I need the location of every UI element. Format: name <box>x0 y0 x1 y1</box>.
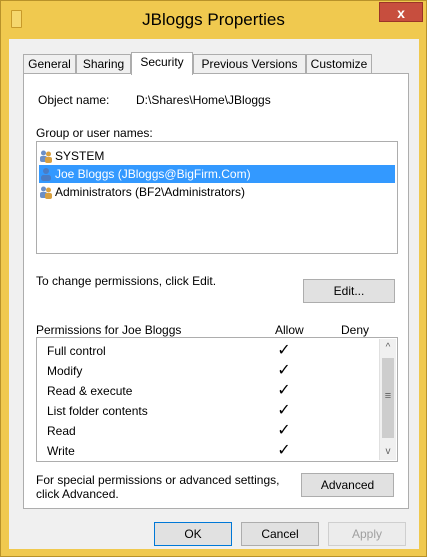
allow-check-icon: ✓ <box>277 442 291 459</box>
permission-row: Read ✓ <box>47 421 377 441</box>
grip-icon: ≡ <box>384 390 392 402</box>
window-title: JBloggs Properties <box>142 10 285 29</box>
allow-check-icon: ✓ <box>277 362 291 379</box>
permission-name: Full control <box>47 344 106 358</box>
permission-name: List folder contents <box>47 404 148 418</box>
permission-row: Read & execute ✓ <box>47 381 377 401</box>
allow-column-header: Allow <box>275 323 304 337</box>
permission-name: Modify <box>47 364 83 378</box>
advanced-settings-text-line1: For special permissions or advanced sett… <box>36 473 280 487</box>
permission-row: Write ✓ <box>47 441 377 461</box>
permission-name: Read & execute <box>47 384 133 398</box>
ok-button[interactable]: OK <box>154 522 232 546</box>
edit-button[interactable]: Edit... <box>303 279 395 303</box>
permissions-list[interactable]: Full control ✓ Modify ✓ Read & execute ✓… <box>36 337 398 462</box>
allow-check-icon: ✓ <box>277 422 291 439</box>
change-permissions-text: To change permissions, click Edit. <box>36 274 217 288</box>
tab-customize[interactable]: Customize <box>306 54 372 74</box>
permission-row: Full control ✓ <box>47 341 377 361</box>
allow-check-icon: ✓ <box>277 382 291 399</box>
group-user-list[interactable]: SYSTEM Joe Bloggs (JBloggs@BigFirm.Com) … <box>36 141 398 254</box>
permission-row: List folder contents ✓ <box>47 401 377 421</box>
dialog-client-area: General Sharing Security Previous Versio… <box>9 39 419 549</box>
list-item-label: SYSTEM <box>55 149 105 163</box>
list-item[interactable]: SYSTEM <box>39 147 179 165</box>
group-users-icon <box>40 186 52 199</box>
tab-general[interactable]: General <box>23 54 76 74</box>
tab-sharing[interactable]: Sharing <box>76 54 131 74</box>
close-button[interactable]: x <box>379 2 423 22</box>
cancel-button[interactable]: Cancel <box>241 522 319 546</box>
list-item[interactable]: Administrators (BF2\Administrators) <box>39 183 299 201</box>
advanced-button[interactable]: Advanced <box>301 473 394 497</box>
title-bar[interactable]: JBloggs Properties x <box>1 1 426 39</box>
group-users-icon <box>40 150 52 163</box>
permission-name: Write <box>47 444 75 458</box>
list-item-label: Administrators (BF2\Administrators) <box>55 185 246 199</box>
list-item-selected[interactable]: Joe Bloggs (JBloggs@BigFirm.Com) <box>39 165 395 183</box>
tab-security[interactable]: Security <box>131 52 193 75</box>
deny-column-header: Deny <box>341 323 370 337</box>
user-icon <box>41 168 51 181</box>
permissions-header: Permissions for Joe Bloggs <box>36 323 182 337</box>
properties-window: JBloggs Properties x General Sharing Sec… <box>0 0 427 557</box>
permissions-scrollbar[interactable]: ^ ≡ v <box>379 339 396 460</box>
allow-check-icon: ✓ <box>277 342 291 359</box>
permission-name: Read <box>47 424 76 438</box>
scroll-up-icon[interactable]: ^ <box>380 339 396 356</box>
apply-button[interactable]: Apply <box>328 522 406 546</box>
object-name-value: D:\Shares\Home\JBloggs <box>136 93 271 107</box>
advanced-settings-text-line2: click Advanced. <box>36 487 119 501</box>
object-name-label: Object name: <box>38 93 110 107</box>
scroll-down-icon[interactable]: v <box>380 443 396 460</box>
list-item-label: Joe Bloggs (JBloggs@BigFirm.Com) <box>55 167 251 181</box>
permission-row: Modify ✓ <box>47 361 377 381</box>
scrollbar-thumb[interactable]: ≡ <box>382 358 394 438</box>
allow-check-icon: ✓ <box>277 402 291 419</box>
tab-previous-versions[interactable]: Previous Versions <box>193 54 306 74</box>
group-names-label: Group or user names: <box>36 126 153 140</box>
